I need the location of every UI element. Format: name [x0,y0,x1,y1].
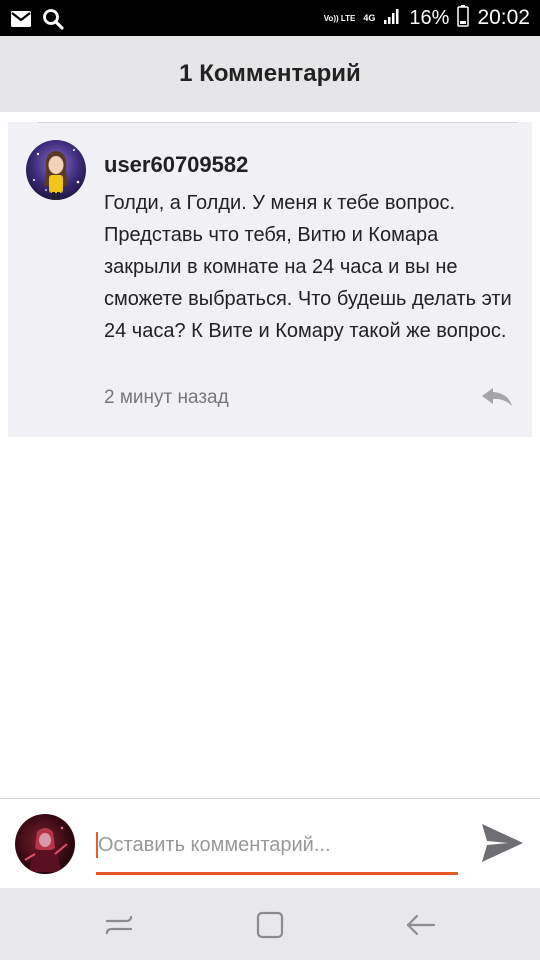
back-icon [404,914,438,946]
system-nav-bar [0,888,540,960]
comment-input[interactable] [96,827,458,875]
comment-avatar[interactable] [26,140,86,200]
divider [38,122,518,123]
battery-percent: 16% [409,6,450,29]
comment-item: user60709582 Голди, а Голди. У меня к те… [8,122,532,437]
volte-indicator: Vo)) LTE [323,13,356,23]
page-title: 1 Комментарий [179,60,361,87]
send-icon [478,824,526,869]
status-right-icons: Vo)) LTE 4G 16% 20:02 [324,0,530,36]
status-time: 20:02 [477,6,530,29]
header: 1 Комментарий [0,36,540,112]
text-caret [96,832,98,858]
send-button[interactable] [478,821,526,865]
back-button[interactable] [404,908,438,942]
mail-icon [10,10,32,33]
comment-text: Голди, а Голди. У меня к тебе вопрос. Пр… [104,192,512,342]
signal-icon [383,7,401,30]
recent-apps-icon [102,915,136,946]
reply-icon [480,388,514,412]
recent-apps-button[interactable] [102,908,136,942]
battery-icon [457,4,470,32]
home-icon [253,911,287,946]
comment-timestamp: 2 минут назад [104,387,229,408]
network-type: 4G [363,12,376,23]
reply-button[interactable] [480,386,514,408]
search-icon [42,8,64,35]
user-avatar[interactable] [15,814,75,874]
status-bar: Vo)) LTE 4G 16% 20:02 [0,0,540,36]
comment-input-bar [0,798,540,888]
home-button[interactable] [253,908,287,942]
status-left-icons [10,8,64,35]
comment-username[interactable]: user60709582 [104,152,248,178]
